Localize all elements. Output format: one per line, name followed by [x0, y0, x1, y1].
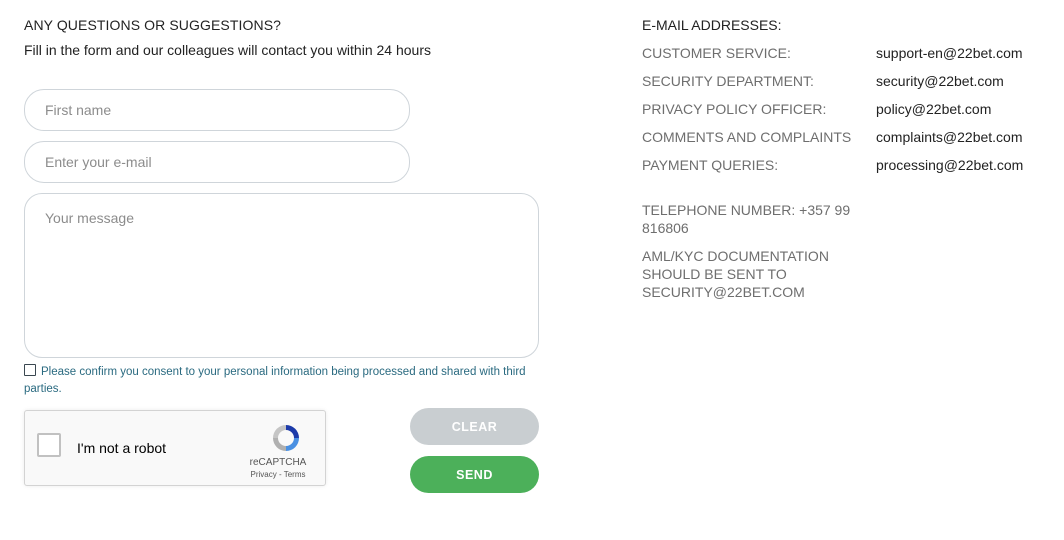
contact-row: PRIVACY POLICY OFFICER: policy@22bet.com: [642, 101, 1042, 121]
contact-row: SECURITY DEPARTMENT: security@22bet.com: [642, 73, 1042, 93]
recaptcha-widget: I'm not a robot reCAPTCHA Privacy - Term…: [24, 410, 326, 486]
form-heading: ANY QUESTIONS OR SUGGESTIONS?: [24, 17, 282, 33]
contact-email[interactable]: support-en@22bet.com: [876, 45, 1023, 61]
consent-row: Please confirm you consent to your perso…: [24, 364, 539, 398]
contact-email[interactable]: security@22bet.com: [876, 73, 1004, 89]
consent-label[interactable]: Please confirm you consent to your perso…: [24, 366, 526, 395]
consent-checkbox[interactable]: [24, 364, 36, 376]
recaptcha-label: I'm not a robot: [77, 440, 167, 456]
message-textarea[interactable]: [24, 193, 539, 358]
aml-kyc-note: AML/KYC DOCUMENTATION SHOULD BE SENT TO …: [642, 248, 829, 300]
email-addresses-title: E-MAIL ADDRESSES:: [642, 17, 782, 33]
contact-label: SECURITY DEPARTMENT:: [642, 73, 814, 89]
email-input[interactable]: [24, 141, 410, 183]
recaptcha-terms-link[interactable]: Privacy - Terms: [243, 470, 313, 479]
send-button[interactable]: SEND: [410, 456, 539, 493]
telephone-number: TELEPHONE NUMBER: +357 99 816806: [642, 202, 851, 236]
contact-label: CUSTOMER SERVICE:: [642, 45, 791, 61]
clear-button[interactable]: CLEAR: [410, 408, 539, 445]
first-name-input[interactable]: [24, 89, 410, 131]
recaptcha-checkbox[interactable]: [37, 433, 61, 457]
contact-email[interactable]: complaints@22bet.com: [876, 129, 1023, 145]
contact-label: PRIVACY POLICY OFFICER:: [642, 101, 827, 117]
form-subheading: Fill in the form and our colleagues will…: [24, 42, 431, 58]
contact-label: PAYMENT QUERIES:: [642, 157, 779, 173]
contact-label: COMMENTS AND COMPLAINTS: [642, 129, 852, 145]
contact-email[interactable]: processing@22bet.com: [876, 157, 1023, 173]
recaptcha-brand: reCAPTCHA: [249, 457, 307, 468]
contact-row: CUSTOMER SERVICE: support-en@22bet.com: [642, 45, 1042, 65]
contact-email[interactable]: policy@22bet.com: [876, 101, 991, 117]
recaptcha-logo-icon: [273, 425, 299, 451]
contact-row: COMMENTS AND COMPLAINTS complaints@22bet…: [642, 129, 1042, 149]
contact-row: PAYMENT QUERIES: processing@22bet.com: [642, 157, 1042, 177]
